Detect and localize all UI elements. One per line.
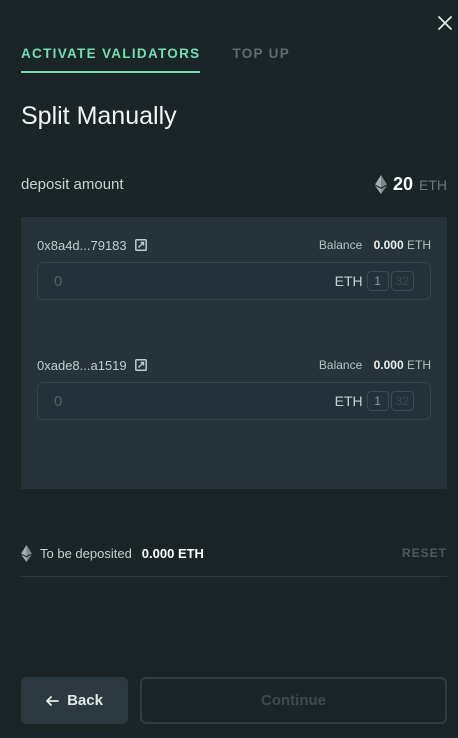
reset-button[interactable]: RESET: [402, 546, 447, 560]
validator-amount-input[interactable]: 0 ETH 1 32: [37, 262, 431, 300]
divider: [21, 576, 447, 577]
set-one-button[interactable]: 1: [366, 271, 389, 291]
amount-placeholder: 0: [54, 392, 63, 410]
balance-value: 0.000: [373, 238, 404, 252]
validator-address: 0x8a4d...79183: [37, 238, 147, 253]
deposit-amount-value: 20: [392, 174, 413, 194]
eth-icon: [374, 175, 387, 194]
back-button[interactable]: Back: [21, 677, 128, 724]
to-be-deposited-value: 0.000 ETH: [141, 545, 204, 561]
validator-address-text: 0xade8...a1519: [37, 357, 127, 373]
validator-row: 0xade8...a1519 Balance 0.000 ETH 0 ETH 1…: [37, 356, 431, 420]
tab-bar: ACTIVATE VALIDATORS TOP UP: [21, 46, 290, 73]
close-icon[interactable]: [434, 12, 456, 34]
balance-label: Balance: [318, 238, 363, 252]
back-button-label: Back: [67, 692, 103, 709]
validator-balance: Balance 0.000 ETH: [319, 238, 431, 252]
validator-amount-input[interactable]: 0 ETH 1 32: [37, 382, 431, 420]
to-be-deposited-label: To be deposited: [40, 545, 132, 561]
set-max-button[interactable]: 32: [390, 271, 414, 291]
deposit-amount-unit: ETH: [419, 176, 447, 193]
page-title: Split Manually: [21, 102, 177, 130]
balance-label: Balance: [318, 358, 363, 372]
tab-activate-validators[interactable]: ACTIVATE VALIDATORS: [21, 46, 201, 73]
balance-value: 0.000: [373, 358, 404, 372]
tab-top-up[interactable]: TOP UP: [232, 46, 290, 73]
deposit-amount: 20 ETH: [374, 174, 447, 195]
eth-icon: [21, 544, 32, 562]
validators-list: 0x8a4d...79183 Balance 0.000 ETH 0 ETH 1…: [21, 217, 447, 489]
amount-placeholder: 0: [54, 272, 63, 290]
balance-unit: ETH: [407, 358, 431, 372]
deposit-amount-label: deposit amount: [21, 176, 124, 193]
input-unit: ETH: [334, 273, 363, 289]
set-max-button[interactable]: 32: [390, 391, 414, 411]
validator-address: 0xade8...a1519: [37, 358, 147, 373]
validator-balance: Balance 0.000 ETH: [319, 358, 431, 372]
arrow-left-icon: [46, 695, 59, 706]
input-unit: ETH: [334, 393, 363, 409]
balance-unit: ETH: [407, 238, 431, 252]
validator-address-text: 0x8a4d...79183: [37, 237, 127, 253]
continue-button[interactable]: Continue: [140, 677, 447, 724]
to-be-deposited-row: To be deposited 0.000 ETH RESET: [21, 544, 447, 562]
external-edit-icon[interactable]: [134, 239, 147, 251]
external-edit-icon[interactable]: [134, 359, 147, 371]
validator-row: 0x8a4d...79183 Balance 0.000 ETH 0 ETH 1…: [37, 236, 431, 300]
continue-button-label: Continue: [261, 692, 326, 709]
dialog-panel: ACTIVATE VALIDATORS TOP UP Split Manuall…: [0, 0, 458, 738]
set-one-button[interactable]: 1: [366, 391, 389, 411]
